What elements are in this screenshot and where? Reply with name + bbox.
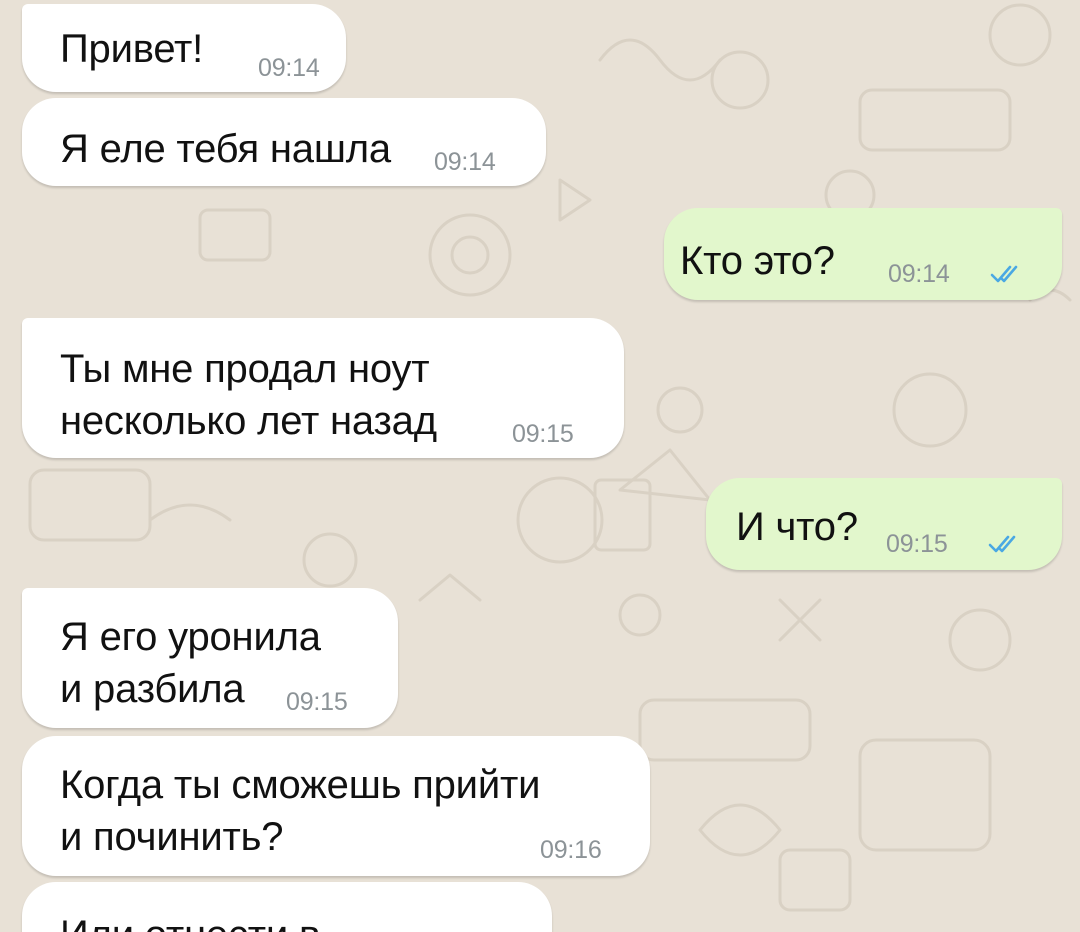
- message-text-line-1: Ты мне продал ноут: [60, 347, 430, 391]
- message-timestamp: 09:15: [886, 530, 948, 558]
- message-timestamp: 09:16: [540, 836, 602, 864]
- outgoing-message-1[interactable]: Кто это? 09:14: [664, 208, 1062, 300]
- message-text: Я еле тебя нашла: [60, 127, 391, 171]
- message-text-line-2: и разбила: [60, 667, 245, 711]
- message-timestamp: 09:14: [258, 54, 320, 82]
- chat-area[interactable]: Привет! 09:14 Я еле тебя нашла 09:14 Кто…: [0, 0, 1080, 932]
- message-timestamp: 09:15: [286, 688, 348, 716]
- incoming-message-1[interactable]: Привет! 09:14: [22, 4, 346, 92]
- message-text-line-1: Я его уронила: [60, 615, 321, 659]
- double-check-icon: [988, 535, 1016, 553]
- outgoing-message-2[interactable]: И что? 09:15: [706, 478, 1062, 570]
- message-text: Или отнести в: [60, 910, 320, 932]
- incoming-message-6[interactable]: Или отнести в: [22, 882, 552, 932]
- incoming-message-3[interactable]: Ты мне продал ноут несколько лет назад 0…: [22, 318, 624, 458]
- message-timestamp: 09:14: [434, 148, 496, 176]
- message-text: Кто это?: [680, 239, 835, 283]
- incoming-message-5[interactable]: Когда ты сможешь прийти и починить? 09:1…: [22, 736, 650, 876]
- double-check-icon: [990, 265, 1018, 283]
- message-timestamp: 09:14: [888, 260, 950, 288]
- message-text-line-1: Когда ты сможешь прийти: [60, 763, 541, 807]
- message-text: Привет!: [60, 27, 204, 71]
- message-text-line-2: и починить?: [60, 815, 284, 859]
- message-timestamp: 09:15: [512, 420, 574, 448]
- message-text: И что?: [736, 505, 858, 549]
- incoming-message-4[interactable]: Я его уронила и разбила 09:15: [22, 588, 398, 728]
- incoming-message-2[interactable]: Я еле тебя нашла 09:14: [22, 98, 546, 186]
- message-text-line-2: несколько лет назад: [60, 399, 437, 443]
